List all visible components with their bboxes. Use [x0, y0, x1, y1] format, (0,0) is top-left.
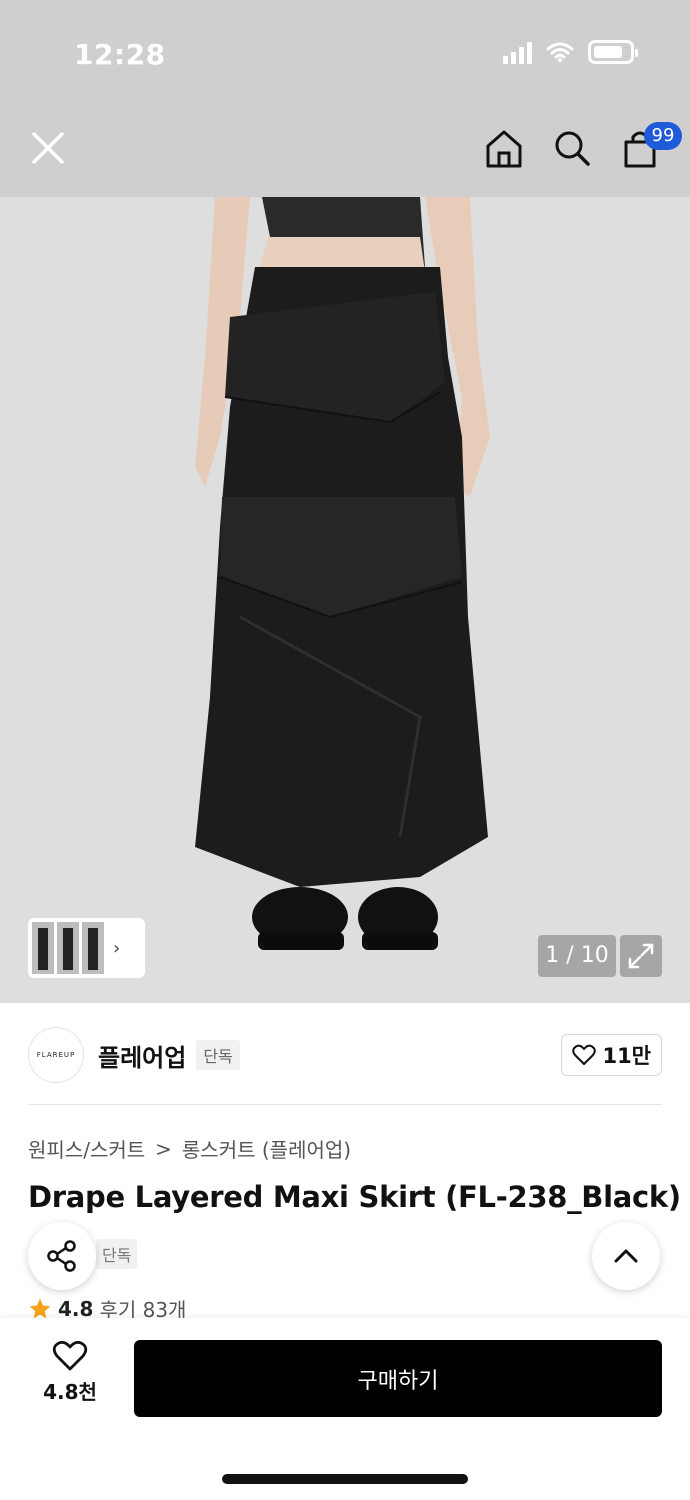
home-indicator	[222, 1474, 468, 1484]
thumbnail[interactable]	[82, 922, 104, 974]
rating-value: 4.8	[58, 1296, 94, 1321]
divider	[28, 1104, 662, 1105]
wishlist-button[interactable]: 4.8천	[30, 1340, 110, 1416]
exclusive-badge: 단독	[196, 1040, 240, 1070]
product-image-gallery[interactable]: 12:28 99 › 1 / 10	[0, 0, 690, 1003]
close-icon	[32, 132, 64, 164]
thumbnail[interactable]	[57, 922, 79, 974]
cart-button[interactable]: 99	[620, 122, 682, 170]
breadcrumb: 원피스/스커트 > 롱스커트 (플레어업)	[28, 1134, 351, 1163]
breadcrumb-subcategory[interactable]: 롱스커트 (플레어업)	[182, 1134, 351, 1163]
home-button[interactable]	[484, 126, 524, 170]
product-title: Drape Layered Maxi Skirt (FL-238_Black)	[28, 1180, 681, 1214]
product-photo[interactable]	[0, 197, 690, 1003]
close-button[interactable]	[26, 126, 70, 170]
wifi-icon	[546, 42, 574, 62]
search-button[interactable]	[552, 126, 592, 170]
home-icon	[486, 130, 522, 168]
chevron-right-icon: ›	[113, 937, 121, 959]
heart-icon	[572, 1044, 597, 1065]
status-time: 12:28	[74, 38, 166, 71]
breadcrumb-separator: >	[155, 1136, 172, 1161]
brand-favorite-button[interactable]: 11만	[561, 1034, 662, 1076]
exclusive-tag: 단독	[96, 1239, 138, 1269]
heart-icon	[52, 1340, 88, 1371]
brand-logo[interactable]: FLAREUP	[28, 1027, 84, 1083]
battery-icon	[588, 40, 638, 64]
header-actions: 99	[484, 122, 682, 170]
buy-button[interactable]: 구매하기	[134, 1340, 662, 1417]
scroll-top-button[interactable]	[592, 1222, 660, 1290]
breadcrumb-category[interactable]: 원피스/스커트	[28, 1134, 145, 1163]
share-button[interactable]	[28, 1222, 96, 1290]
brand-favorite-count: 11만	[602, 1044, 651, 1068]
brand-row: FLAREUP 플레어업 단독 11만	[28, 1026, 662, 1084]
expand-button[interactable]	[620, 935, 662, 977]
brand-name[interactable]: 플레어업	[98, 1038, 186, 1073]
search-icon	[555, 131, 590, 166]
chevron-up-icon	[614, 1249, 638, 1263]
cart-badge: 99	[644, 122, 682, 150]
share-icon	[47, 1240, 76, 1272]
image-counter: 1 / 10	[538, 935, 616, 977]
signal-icon	[503, 40, 532, 64]
status-icons	[503, 40, 638, 64]
star-icon	[29, 1298, 51, 1318]
wishlist-count: 4.8천	[43, 1380, 97, 1404]
thumbnail-strip[interactable]: ›	[28, 918, 145, 978]
expand-icon	[628, 943, 654, 969]
thumbnail[interactable]	[32, 922, 54, 974]
